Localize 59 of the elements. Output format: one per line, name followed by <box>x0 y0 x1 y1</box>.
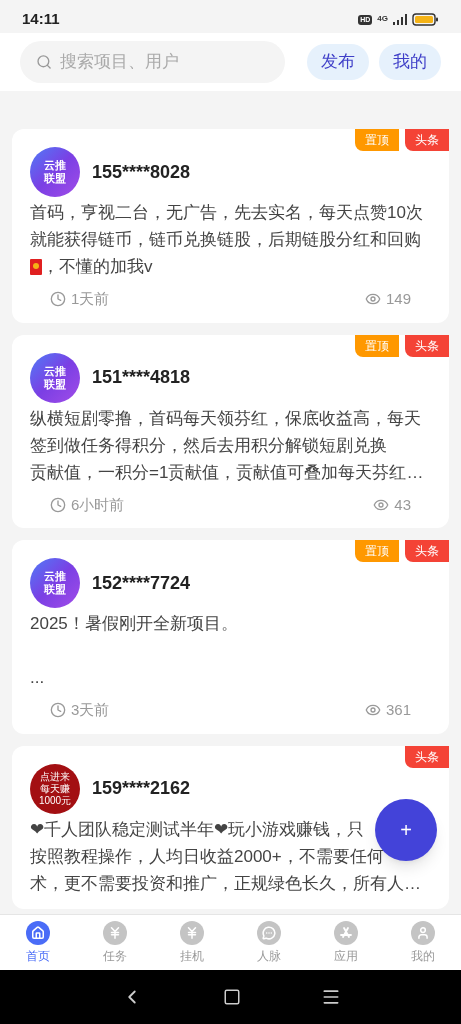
post-card[interactable]: 置顶 头条 云推 联盟 155****8028 首码，亨视二台，无广告，先去实名，每天点赞10次 就能获得链币，链币兑换链股，后期链股分红和回购 ，不懂的加我v 1天前 149 <box>12 129 449 323</box>
post-text: ❤千人团队稳定测试半年❤玩小游戏赚钱，只 <box>30 818 364 841</box>
user-name[interactable]: 155****8028 <box>92 158 191 186</box>
avatar-text: 1000元 <box>38 794 72 807</box>
search-icon <box>36 53 53 71</box>
clock-icon <box>50 702 66 719</box>
post-text: ，不懂的加我v <box>42 256 153 278</box>
network-label: 4G <box>377 15 388 23</box>
avatar-text: 点进来 <box>40 770 70 783</box>
search-input[interactable]: 搜索项目、用户 <box>60 49 269 75</box>
header-button[interactable]: 我的 <box>379 44 441 80</box>
avatar-text: 云推 <box>44 570 66 583</box>
tag-label: 头条 <box>405 334 449 357</box>
avatar-text: 联盟 <box>44 377 66 391</box>
signal-icon <box>393 14 407 25</box>
tab-item[interactable]: 首页 <box>0 915 77 970</box>
post-card[interactable]: 置顶 头条 云推 联盟 151****4818 纵横短剧零撸，首码每天领芬红，保底收益高，每天 签到做任务得积分，然后去用积分解锁短剧兑换 贡献值，一积分=1贡献值，贡献值可叠加每天芬红… 6小时前 43 <box>12 334 449 528</box>
user-name[interactable]: 159****2162 <box>92 775 191 802</box>
view-count: 149 <box>385 289 411 309</box>
home-icon[interactable] <box>222 988 241 1006</box>
post-time: 1天前 <box>71 289 110 309</box>
post-card[interactable]: 置顶 头条 云推 联盟 152****7724 2025！暑假刚开全新项目。 ... 3天前 361 <box>12 540 449 734</box>
yen-icon <box>180 920 205 945</box>
tag-label: 置顶 <box>355 129 399 151</box>
battery-icon <box>412 13 439 26</box>
view-count: 43 <box>394 494 411 515</box>
post-text: 首码，亨视二台，无广告，先去实名，每天点赞10次 <box>30 202 423 224</box>
clock-icon <box>50 291 66 308</box>
post-text: 签到做任务得积分，然后去用积分解锁短剧兑换 <box>30 434 387 457</box>
person-icon <box>410 920 435 945</box>
post-text: 纵横短剧零撸，首码每天领芬红，保底收益高，每天 <box>30 407 421 430</box>
avatar-text: 云推 <box>44 364 66 378</box>
avatar-text: 联盟 <box>44 172 66 185</box>
post-time: 6小时前 <box>71 494 125 515</box>
envelope-icon <box>30 258 42 275</box>
tag-label: 置顶 <box>355 334 399 357</box>
tag-label: 头条 <box>405 540 449 562</box>
view-count: 361 <box>385 700 411 720</box>
post-time: 3天前 <box>71 700 110 720</box>
user-name[interactable]: 151****4818 <box>92 364 191 391</box>
header-button[interactable]: 发布 <box>307 44 369 80</box>
post-text: 2025！暑假刚开全新项目。 <box>30 613 238 635</box>
chat-icon <box>256 920 281 945</box>
tag-label: 头条 <box>405 745 449 768</box>
avatar-text: 联盟 <box>44 583 66 596</box>
avatar-text: 每天赚 <box>40 782 70 795</box>
clock-icon <box>50 496 66 513</box>
post-text: 就能获得链币，链币兑换链股，后期链股分红和回购 <box>30 229 421 251</box>
post-text: 术，更不需要投资和推广，正规绿色长久，所有人… <box>30 872 421 895</box>
tag-label: 置顶 <box>355 540 399 562</box>
avatar-text: 云推 <box>44 159 66 172</box>
post-text: 贡献值，一积分=1贡献值，贡献值可叠加每天芬红… <box>30 461 424 484</box>
user-name[interactable]: 152****7724 <box>92 569 191 597</box>
post-text: ... <box>30 667 45 689</box>
yen-icon <box>103 920 128 945</box>
status-time: 14:11 <box>22 9 60 30</box>
home-icon <box>26 920 51 945</box>
search-field[interactable]: 搜索项目、用户 <box>20 41 285 83</box>
tag-label: 头条 <box>405 129 449 151</box>
